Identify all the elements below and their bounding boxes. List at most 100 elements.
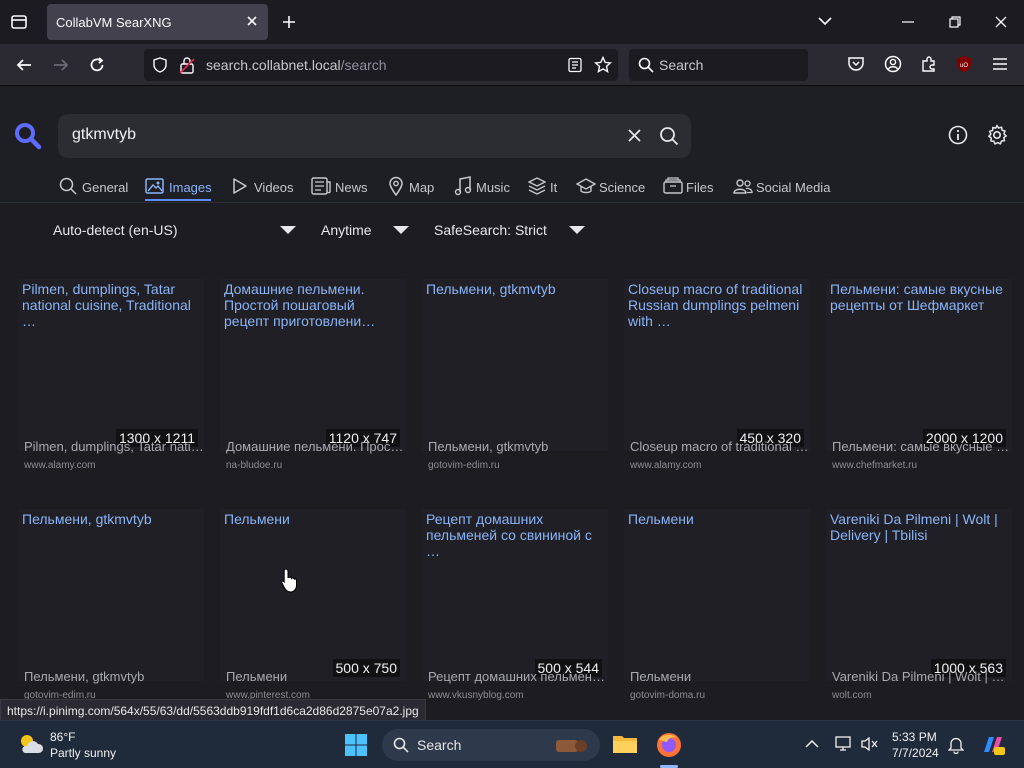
result-title[interactable]: Пельмени [628,511,806,527]
result-title[interactable]: Рецепт домашних пельменей со свининой с … [426,511,604,559]
image-result[interactable]: Домашние пельмени. Простой пошаговый рец… [220,279,406,484]
safesearch-select[interactable]: SafeSearch: Strict [434,222,586,242]
result-domain: www.chefmarket.ru [832,460,918,471]
settings-gear-icon[interactable] [986,124,1008,146]
result-thumbnail[interactable] [220,509,406,681]
search-box [58,114,691,158]
tab-social-media[interactable]: Social Media [733,175,831,201]
result-title[interactable]: Пельмени: самые вкусные рецепты от Шефма… [830,281,1008,313]
image-result[interactable]: Pilmen, dumplings, Tatar national cuisin… [18,279,204,484]
extensions-icon[interactable] [920,55,938,73]
tab-list-icon[interactable] [10,13,28,31]
result-caption: Пельмени [226,669,288,684]
mouse-pointer-icon [281,568,297,594]
menu-hamburger-icon[interactable] [992,57,1008,71]
tab-it[interactable]: It [528,175,560,201]
tab-label: Files [686,180,714,195]
result-caption: Рецепт домашних пельменей со свининой [428,669,608,684]
image-result[interactable]: Пельмени Пельмени gotovim-doma.ru [624,509,810,714]
url-text[interactable]: search.collabnet.local/search [206,57,387,73]
image-result[interactable]: Пельмени: самые вкусные рецепты от Шефма… [826,279,1012,484]
reload-icon[interactable] [88,56,106,74]
new-tab-icon[interactable] [281,14,297,30]
restore-icon[interactable] [949,16,961,28]
forward-arrow-icon[interactable] [52,56,70,74]
image-result[interactable]: Vareniki Da Pilmeni | Wolt | Delivery | … [826,509,1012,714]
navigation-bar: search.collabnet.local/search Search uO [0,44,1024,86]
tab-news[interactable]: News [311,175,369,201]
result-title[interactable]: Домашние пельмени. Простой пошаговый рец… [224,281,402,329]
image-result[interactable]: Closeup macro of traditional Russian dum… [624,279,810,484]
url-host: search.collabnet.local [206,57,341,73]
lock-warning-icon[interactable] [179,56,195,74]
weather-temperature[interactable]: 86°F [50,730,75,744]
clock-date[interactable]: 7/7/2024 [892,746,939,760]
copilot-icon[interactable] [980,732,1006,758]
volume-muted-icon[interactable] [861,736,879,752]
result-thumbnail[interactable] [422,279,608,451]
weather-partly-sunny-icon[interactable] [16,731,44,757]
close-tab-icon[interactable] [244,13,260,29]
info-icon[interactable] [948,125,968,145]
browser-search-field[interactable]: Search [629,49,808,81]
search-icon [59,177,77,195]
result-thumbnail[interactable] [18,509,204,681]
caret-down-icon [569,226,585,234]
clock-time[interactable]: 5:33 PM [892,730,937,744]
account-icon[interactable] [884,55,902,73]
result-title[interactable]: Vareniki Da Pilmeni | Wolt | Delivery | … [830,511,1008,543]
tab-music[interactable]: Music [454,175,512,201]
result-thumbnail[interactable] [624,509,810,681]
result-title[interactable]: Пельмени [224,511,402,527]
result-title[interactable]: Пельмени, gtkmvtyb [22,511,200,527]
pocket-icon[interactable] [847,55,865,73]
weather-description[interactable]: Partly sunny [50,746,116,760]
result-title[interactable]: Pilmen, dumplings, Tatar national cuisin… [22,281,200,329]
tab-videos[interactable]: Videos [232,175,294,201]
search-input[interactable] [72,126,612,144]
chevron-up-icon[interactable] [805,739,819,749]
searxng-logo-icon[interactable] [14,122,42,150]
svg-text:uO: uO [960,63,968,69]
tab-label: Social Media [756,180,831,195]
result-caption: Пельмени, gtkmvtyb [24,669,145,684]
reader-view-icon[interactable] [567,57,583,73]
tab-general[interactable]: General [59,175,129,201]
network-icon[interactable] [835,736,853,752]
language-select[interactable]: Auto-detect (en-US) [53,222,298,242]
shield-icon[interactable] [152,57,168,73]
tab-label: Videos [254,180,294,195]
image-result[interactable]: Пельмени 500 x 750 Пельмени www.pinteres… [220,509,406,714]
address-bar[interactable]: search.collabnet.local/search [144,49,618,81]
graduation-cap-icon [576,178,596,194]
language-select-value: Auto-detect (en-US) [53,222,178,238]
windows-start-icon[interactable] [344,733,368,757]
tab-files[interactable]: Files [663,175,715,201]
minimize-icon[interactable] [902,21,914,23]
bookmark-star-icon[interactable] [594,56,612,74]
image-result[interactable]: Пельмени, gtkmvtyb Пельмени, gtkmvtyb go… [422,279,608,484]
tab-label: It [550,180,558,195]
image-result[interactable]: Пельмени, gtkmvtyb Пельмени, gtkmvtyb go… [18,509,204,714]
search-submit-icon[interactable] [659,126,679,146]
firefox-icon[interactable] [656,732,682,758]
tab-images[interactable]: Images [145,175,212,201]
result-title[interactable]: Пельмени, gtkmvtyb [426,281,604,297]
file-explorer-icon[interactable] [612,733,638,755]
tab-science[interactable]: Science [576,175,646,201]
result-title[interactable]: Closeup macro of traditional Russian dum… [628,281,806,329]
chevron-down-icon[interactable] [817,15,833,27]
newspaper-icon [311,177,331,195]
notification-bell-icon[interactable] [948,736,964,754]
browser-search-placeholder: Search [659,57,704,73]
ublock-icon[interactable]: uO [955,55,973,73]
close-window-icon[interactable] [995,16,1007,28]
image-result[interactable]: Рецепт домашних пельменей со свининой с … [422,509,608,714]
back-arrow-icon[interactable] [15,56,33,74]
time-range-select[interactable]: Anytime [321,222,409,242]
clear-search-icon[interactable] [627,128,642,143]
tab-map[interactable]: Map [388,175,436,201]
taskbar-search-box[interactable]: Search [382,729,600,761]
browser-tab[interactable]: CollabVM SearXNG [47,4,268,40]
result-domain: wolt.com [832,690,872,701]
